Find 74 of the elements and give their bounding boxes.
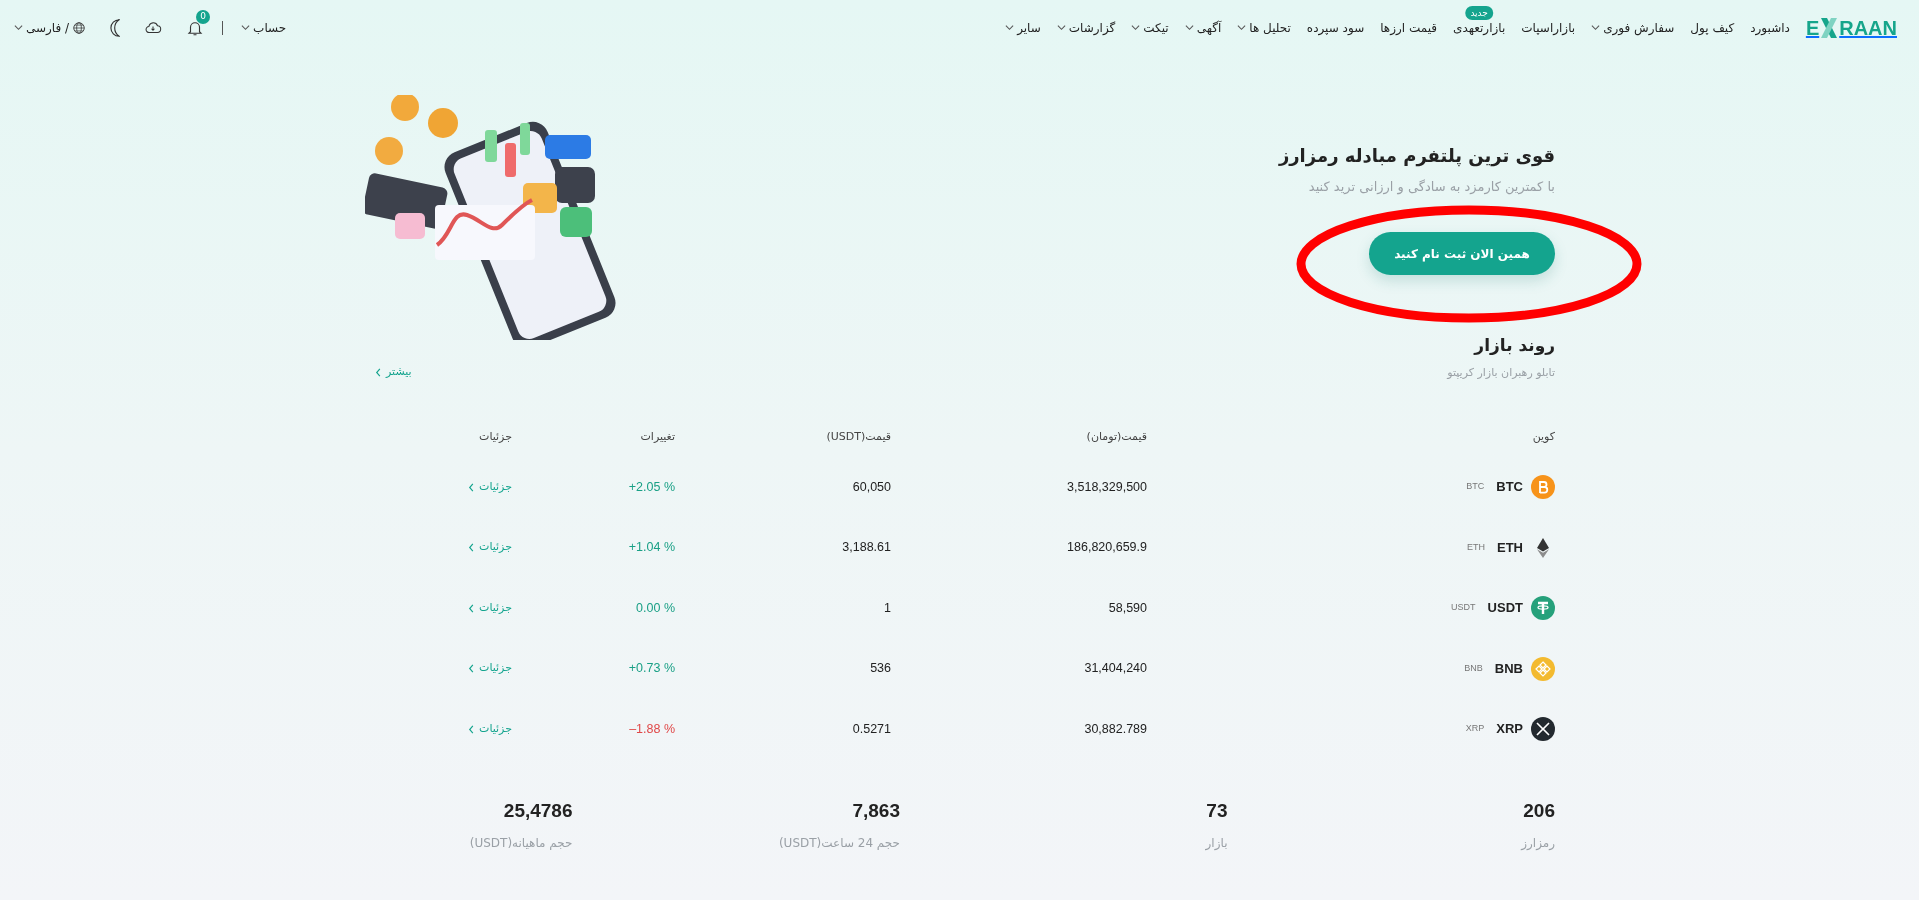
chevron-icon <box>468 482 476 492</box>
table-cell-text: 31,404,240 <box>1084 660 1147 678</box>
section-title: روند بازار <box>1472 335 1555 356</box>
nav-link[interactable]: سایر <box>1005 18 1041 37</box>
table-cell-text: 60,050 <box>852 478 891 496</box>
language-menu[interactable]: / فارسی <box>14 18 87 37</box>
stat-value: 206 <box>1522 799 1555 824</box>
stat-label: بازار <box>1204 834 1228 852</box>
nav-link[interactable]: بازاراسپات <box>1521 18 1576 37</box>
table-cell-text: 3,188.61 <box>842 539 891 557</box>
table-cell-text: 58,590 <box>1108 599 1147 617</box>
caret-icon <box>14 23 23 32</box>
coin-symbol: ETH <box>1497 538 1523 557</box>
chevron-icon <box>375 367 382 377</box>
caret-icon <box>241 23 251 32</box>
table-cell-text: 0.5271 <box>852 720 891 738</box>
coin-code: XRP <box>1465 722 1485 736</box>
table-cell-text: 30,882.789 <box>1084 720 1147 738</box>
coin-code: BNB <box>1464 661 1483 675</box>
coin-icon <box>1531 717 1555 742</box>
coin-symbol: BTC <box>1496 478 1523 497</box>
stat-label: حجم ماهیانه(USDT) <box>468 834 573 852</box>
change-value: +2.05 % <box>628 478 675 496</box>
new-badge: جدید <box>1465 5 1493 20</box>
table-cell-text: 186,820,659.9 <box>1067 539 1147 557</box>
notification-count: 0 <box>196 9 211 24</box>
stat-value: 7,863 <box>851 799 900 824</box>
chevron-icon <box>468 724 476 734</box>
hero-title: قوی ترین پلتفرم مبادله رمزارز <box>1277 145 1555 167</box>
logo-cross-icon <box>1819 15 1840 40</box>
coin-symbol: XRP <box>1496 720 1523 739</box>
column-header: جزئیات <box>479 428 512 445</box>
theme-toggle[interactable] <box>110 18 121 37</box>
coin-icon <box>1531 475 1555 500</box>
nav-link[interactable]: تیکت <box>1131 18 1169 37</box>
hero-subtitle: با کمترین کارمزد به سادگی و ارزانی ترید کنید <box>1307 177 1555 197</box>
nav-link[interactable]: بازارتعهدی <box>1453 18 1506 37</box>
coin-code: BTC <box>1466 480 1485 494</box>
coin-code: ETH <box>1467 540 1485 554</box>
change-value: +0.73 % <box>628 660 675 678</box>
chevron-icon <box>468 603 476 613</box>
coin-code: USDT <box>1451 601 1476 615</box>
nav-link[interactable]: قیمت ارزها <box>1380 18 1437 37</box>
change-value: +1.04 % <box>628 539 675 557</box>
nav-link[interactable]: کیف پول <box>1690 18 1735 37</box>
table-cell-text: 1 <box>884 599 891 617</box>
table-cell-text: 536 <box>870 660 891 678</box>
nav-link[interactable]: داشبورد <box>1750 18 1790 37</box>
change-value: –1.88 % <box>629 720 675 738</box>
coin-symbol: BNB <box>1494 659 1523 678</box>
column-header: تغییرات <box>640 428 675 445</box>
nav-link[interactable]: تحلیل ها <box>1237 18 1291 37</box>
section-subtitle: تابلو رهبران بازار کریپتو <box>1447 365 1555 382</box>
nav-link[interactable]: گزارشات <box>1056 18 1116 37</box>
moon-icon <box>110 18 121 37</box>
nav-link[interactable]: سود سپرده <box>1306 18 1365 37</box>
account-menu[interactable]: حساب <box>241 18 287 37</box>
column-header: قیمت(USDT) <box>826 428 891 445</box>
table-cell-text: 3,518,329,500 <box>1067 478 1147 496</box>
stat-value: 73 <box>1205 799 1228 824</box>
coin-icon <box>1531 656 1555 681</box>
chevron-icon <box>468 664 476 674</box>
globe-icon <box>72 20 87 35</box>
stat-label: رمزارز <box>1519 834 1555 852</box>
nav-link[interactable]: آگهی <box>1184 18 1222 37</box>
coin-symbol: USDT <box>1487 599 1523 618</box>
chevron-icon <box>468 543 476 553</box>
nav-link[interactable]: سفارش فوری <box>1591 18 1675 37</box>
stat-value: 25,4786 <box>502 799 573 824</box>
coin-icon <box>1531 596 1555 621</box>
stat-label: حجم 24 ساعت(USDT) <box>777 834 900 852</box>
change-value: 0.00 % <box>636 599 675 617</box>
column-header: قیمت(تومان) <box>1086 428 1147 445</box>
column-header: کوین <box>1532 428 1555 445</box>
